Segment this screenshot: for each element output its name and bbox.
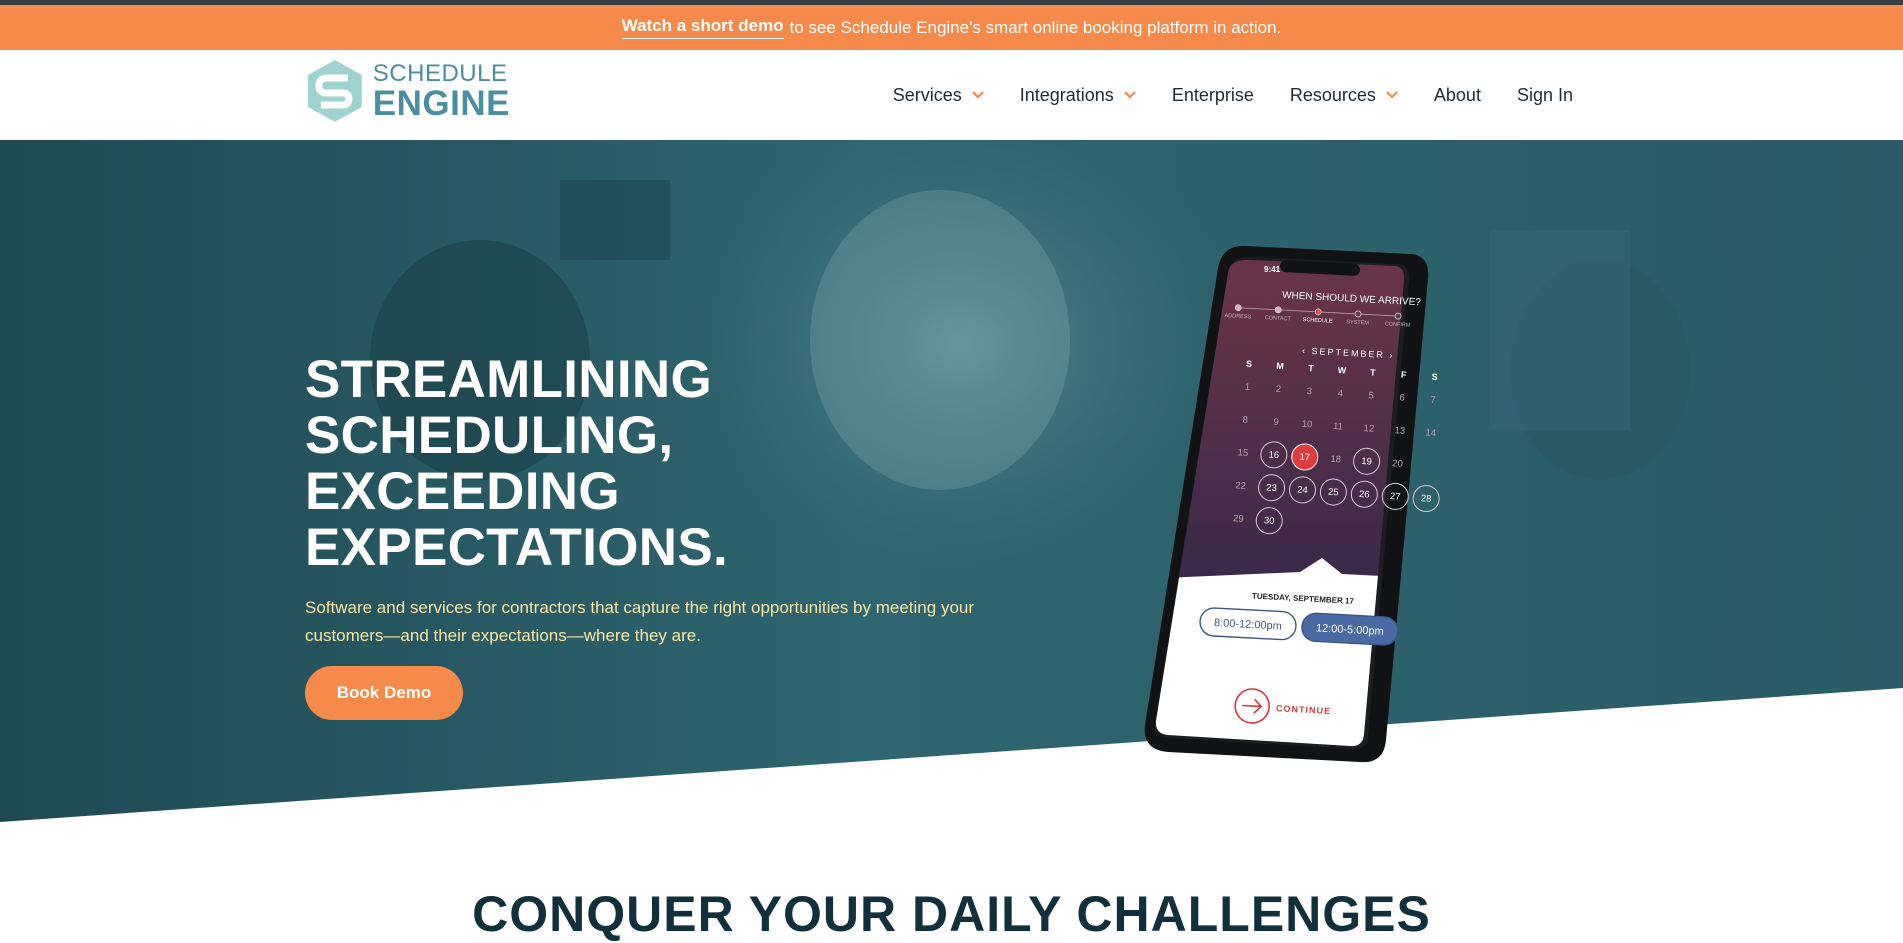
- logo-text-schedule: SCHEDULE: [372, 59, 508, 87]
- svg-text:16: 16: [1268, 449, 1279, 461]
- nav-enterprise-label: Enterprise: [1171, 84, 1254, 105]
- progress-step-label: SYSTEM: [1346, 319, 1369, 326]
- calendar-day[interactable]: 12: [1363, 423, 1374, 435]
- nav-services[interactable]: Services: [893, 85, 984, 106]
- chevron-down-icon: [971, 91, 984, 99]
- svg-text:5: 5: [1368, 390, 1374, 401]
- phone-illustration: 9:41 WHEN SHOULD WE ARRIVE? ADDRESS CONTA…: [1144, 245, 1440, 763]
- logo-text-engine: ENGINE: [372, 83, 510, 123]
- calendar-day[interactable]: 5: [1368, 390, 1374, 401]
- svg-text:4: 4: [1337, 388, 1343, 399]
- announcement-banner: Watch a short demo to see Schedule Engin…: [0, 5, 1903, 50]
- nav-enterprise[interactable]: Enterprise: [1172, 85, 1254, 106]
- main-nav: Services Integrations Enterprise Resourc…: [893, 50, 1573, 140]
- progress-step-dot: [1394, 312, 1402, 320]
- svg-text:26: 26: [1359, 489, 1370, 501]
- svg-text:24: 24: [1297, 485, 1308, 497]
- calendar-day[interactable]: 22: [1235, 480, 1246, 492]
- hero-title-line: STREAMLINING: [305, 350, 712, 409]
- nav-sign-in[interactable]: Sign In: [1517, 85, 1573, 106]
- svg-text:2: 2: [1275, 384, 1281, 395]
- hero-section: STREAMLINING SCHEDULING, EXCEEDING EXPEC…: [0, 140, 1903, 822]
- calendar-day[interactable]: 18: [1330, 454, 1341, 466]
- svg-text:17: 17: [1299, 452, 1310, 464]
- calendar-day[interactable]: 6: [1399, 392, 1405, 403]
- svg-text:6: 6: [1399, 392, 1405, 403]
- phone-time: 9:41: [1264, 265, 1281, 274]
- calendar-weekday: S: [1246, 359, 1253, 369]
- section-title: CONQUER YOUR DAILY CHALLENGES: [472, 886, 1431, 942]
- calendar-day[interactable]: 3: [1306, 386, 1312, 397]
- nav-sign-in-label: Sign In: [1516, 84, 1573, 105]
- svg-text:12: 12: [1363, 423, 1374, 435]
- watch-demo-link[interactable]: Watch a short demo: [621, 16, 784, 39]
- hero-title-line: EXCEEDING: [305, 462, 620, 521]
- phone-mockup: 9:41 WHEN SHOULD WE ARRIVE? ADDRESS CONTA…: [1140, 240, 1500, 810]
- svg-text:30: 30: [1264, 515, 1275, 527]
- calendar-day[interactable]: 14: [1425, 427, 1436, 439]
- progress-step-dot: [1314, 308, 1322, 316]
- book-demo-button[interactable]: Book Demo: [305, 666, 463, 720]
- calendar-day[interactable]: 29: [1233, 513, 1244, 525]
- nav-about-label: About: [1433, 84, 1481, 105]
- svg-text:7: 7: [1430, 395, 1436, 406]
- hero-subtitle-line: customers—and their expectations—where t…: [305, 626, 701, 645]
- calendar-day[interactable]: 13: [1394, 425, 1405, 437]
- svg-text:11: 11: [1333, 421, 1344, 433]
- hero-title: STREAMLINING SCHEDULING, EXCEEDING EXPEC…: [305, 352, 905, 576]
- nav-integrations[interactable]: Integrations: [1020, 85, 1136, 106]
- calendar-weekday: S: [1431, 372, 1438, 382]
- navbar: SCHEDULE ENGINE Services Integrations En…: [0, 50, 1903, 140]
- chevron-down-icon: [1386, 91, 1398, 99]
- calendar-day[interactable]: 10: [1301, 419, 1312, 431]
- nav-integrations-label: Integrations: [1019, 84, 1114, 105]
- svg-text:27: 27: [1390, 491, 1401, 503]
- svg-text:19: 19: [1361, 456, 1372, 468]
- svg-text:13: 13: [1394, 425, 1405, 437]
- svg-text:15: 15: [1237, 447, 1248, 459]
- calendar-weekday: W: [1337, 365, 1347, 376]
- calendar-day[interactable]: 1: [1244, 382, 1250, 393]
- svg-text:28: 28: [1420, 493, 1431, 505]
- hero-subtitle: Software and services for contractors th…: [305, 594, 1025, 650]
- calendar-day[interactable]: 20: [1392, 458, 1403, 470]
- svg-text:14: 14: [1425, 427, 1436, 439]
- calendar-day[interactable]: 11: [1333, 421, 1344, 433]
- schedule-engine-logo-icon: [307, 60, 362, 122]
- svg-text:20: 20: [1392, 458, 1403, 470]
- progress-step-dot: [1274, 306, 1282, 314]
- calendar-day[interactable]: 9: [1273, 417, 1279, 428]
- svg-text:3: 3: [1306, 386, 1312, 397]
- hero-background-image: [0, 140, 1903, 822]
- svg-text:25: 25: [1328, 487, 1339, 499]
- calendar-day[interactable]: 2: [1275, 384, 1281, 395]
- banner-text: to see Schedule Engine's smart online bo…: [789, 17, 1282, 37]
- calendar-day[interactable]: 7: [1430, 395, 1436, 406]
- svg-text:18: 18: [1330, 454, 1341, 466]
- logo[interactable]: SCHEDULE ENGINE: [305, 58, 510, 124]
- svg-text:1: 1: [1244, 382, 1250, 393]
- nav-about[interactable]: About: [1434, 85, 1481, 106]
- calendar-day[interactable]: 28: [1412, 485, 1440, 513]
- svg-text:29: 29: [1233, 513, 1244, 525]
- svg-text:10: 10: [1301, 419, 1312, 431]
- svg-text:8: 8: [1242, 415, 1248, 426]
- hero-subtitle-line: Software and services for contractors th…: [305, 598, 975, 617]
- hero-title-line: SCHEDULING,: [305, 406, 674, 465]
- svg-text:23: 23: [1266, 482, 1277, 494]
- calendar-day[interactable]: 15: [1237, 447, 1248, 459]
- svg-text:9: 9: [1273, 417, 1279, 428]
- calendar-day[interactable]: 4: [1337, 388, 1343, 399]
- nav-resources-label: Resources: [1289, 84, 1376, 105]
- progress-step-dot: [1234, 304, 1242, 312]
- progress-step-dot: [1354, 310, 1362, 318]
- nav-resources[interactable]: Resources: [1290, 85, 1398, 106]
- hero-title-line: EXPECTATIONS.: [305, 518, 729, 577]
- chevron-down-icon: [1124, 91, 1136, 99]
- nav-services-label: Services: [892, 84, 962, 105]
- calendar-weekday: M: [1276, 361, 1284, 371]
- calendar-day[interactable]: 8: [1242, 415, 1248, 426]
- svg-text:22: 22: [1235, 480, 1246, 492]
